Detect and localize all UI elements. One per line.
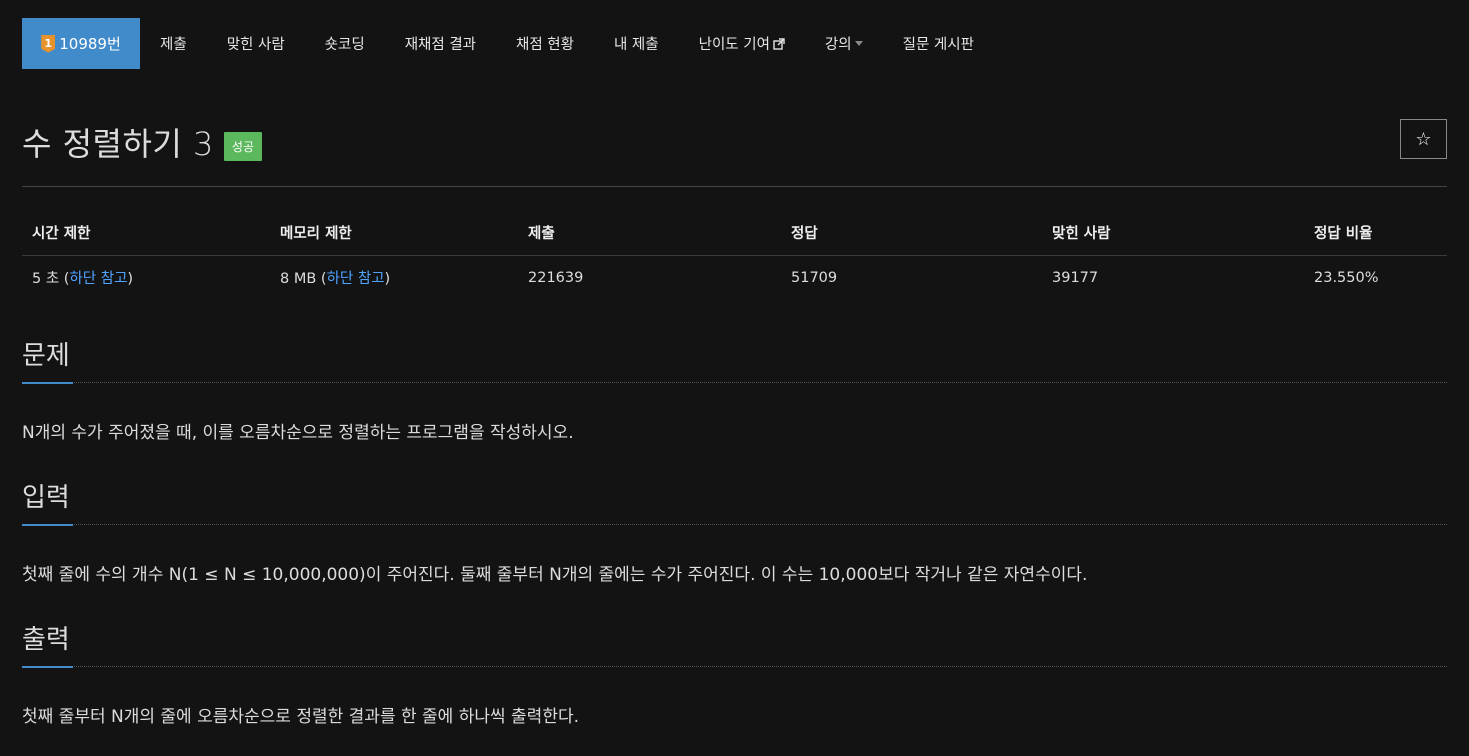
status-badge: 성공 [223, 131, 262, 161]
section-heading-output: 출력 [22, 624, 1447, 668]
section-divider [22, 666, 1447, 667]
nav-item-short-coding[interactable]: 숏코딩 [305, 18, 385, 69]
submissions-cell: 221639 [528, 269, 584, 286]
output-description-text: 첫째 줄부터 N개의 줄에 오름차순으로 정렬한 결과를 한 줄에 하나씩 출력… [22, 707, 579, 727]
title-divider [22, 186, 1447, 187]
nav-item-difficulty-label: 난이도 기여 [698, 37, 770, 53]
nav-item-submit-label: 제출 [160, 37, 187, 53]
problem-number-tab[interactable]: 1 10989번 [22, 18, 140, 69]
external-link-icon [773, 37, 785, 50]
nav-item-my-submissions-label: 내 제출 [613, 37, 659, 53]
memory-limit-suffix: ) [384, 271, 391, 287]
chevron-down-icon [854, 41, 863, 46]
problem-title-row: 수 정렬하기 3 성공 ☆ [22, 117, 1447, 167]
problem-number-label: 10989번 [59, 35, 121, 53]
input-heading-text: 입력 [22, 483, 70, 513]
favorite-star-button[interactable]: ☆ [1400, 119, 1447, 159]
header-memory-limit: 메모리 제한 [270, 210, 518, 256]
header-submissions: 제출 [518, 210, 781, 256]
nav-item-rejudge-results[interactable]: 재채점 결과 [385, 18, 496, 69]
header-time-limit: 시간 제한 [22, 210, 270, 256]
nav-item-qna-board-label: 질문 게시판 [902, 37, 974, 53]
nav-item-lectures[interactable]: 강의 [805, 18, 883, 69]
problem-title: 수 정렬하기 3 [22, 125, 214, 163]
nav-item-solved-users-label: 맞힌 사람 [226, 37, 285, 53]
problem-nav: 1 10989번 제출 맞힌 사람 숏코딩 재채점 결과 채점 현황 내 제출 … [22, 18, 994, 69]
problem-page: 1 10989번 제출 맞힌 사람 숏코딩 재채점 결과 채점 현황 내 제출 … [0, 0, 1469, 756]
section-underline [22, 382, 73, 384]
memory-limit-note-link[interactable]: 하단 참고 [327, 271, 385, 287]
problem-description-text: N개의 수가 주어졌을 때, 이를 오름차순으로 정렬하는 프로그램을 작성하시… [22, 423, 574, 443]
nav-item-lectures-label: 강의 [824, 37, 852, 53]
nav-item-rejudge-results-label: 재채점 결과 [404, 37, 476, 53]
section-underline [22, 666, 73, 668]
header-accepted: 정답 [781, 210, 1042, 256]
time-limit-suffix: ) [127, 271, 134, 287]
input-description-text: 첫째 줄에 수의 개수 N(1 ≤ N ≤ 10,000,000)이 주어진다.… [22, 565, 1088, 585]
nav-item-short-coding-label: 숏코딩 [324, 37, 365, 53]
table-row: 5 초 (하단 참고) 8 MB (하단 참고) 221639 51709 39… [22, 256, 1447, 300]
section-divider [22, 524, 1447, 525]
section-divider [22, 382, 1447, 383]
memory-limit-cell: 8 MB (하단 참고) [270, 256, 518, 300]
nav-item-submit[interactable]: 제출 [140, 18, 207, 69]
section-heading-input: 입력 [22, 482, 1447, 526]
section-underline [22, 524, 73, 526]
output-heading-text: 출력 [22, 625, 70, 655]
ratio-cell: 23.550% [1314, 269, 1379, 286]
solved-users-cell: 39177 [1052, 269, 1099, 286]
accepted-cell: 51709 [791, 269, 838, 286]
nav-item-solved-users[interactable]: 맞힌 사람 [207, 18, 305, 69]
problem-heading-text: 문제 [22, 341, 70, 371]
nav-item-status-label: 채점 현황 [516, 37, 574, 53]
problem-description-section: 문제 N개의 수가 주어졌을 때, 이를 오름차순으로 정렬하는 프로그램을 작… [22, 340, 1447, 443]
header-ratio: 정답 비율 [1304, 210, 1447, 256]
time-limit-cell: 5 초 (하단 참고) [22, 256, 270, 300]
tier-badge-icon: 1 [41, 34, 56, 53]
nav-item-difficulty-contribution[interactable]: 난이도 기여 [679, 18, 805, 69]
memory-limit-value: 8 MB ( [280, 271, 327, 287]
table-header-row: 시간 제한 메모리 제한 제출 정답 맞힌 사람 정답 비율 [22, 210, 1447, 256]
time-limit-note-link[interactable]: 하단 참고 [69, 271, 127, 287]
header-solved-users: 맞힌 사람 [1042, 210, 1304, 256]
nav-item-qna-board[interactable]: 질문 게시판 [883, 18, 994, 69]
section-heading-problem: 문제 [22, 340, 1447, 384]
problem-info-table: 시간 제한 메모리 제한 제출 정답 맞힌 사람 정답 비율 5 초 (하단 참… [22, 210, 1447, 299]
star-icon: ☆ [1415, 128, 1432, 150]
time-limit-value: 5 초 ( [32, 271, 70, 287]
nav-item-my-submissions[interactable]: 내 제출 [594, 18, 679, 69]
nav-item-status[interactable]: 채점 현황 [496, 18, 594, 69]
input-section: 입력 첫째 줄에 수의 개수 N(1 ≤ N ≤ 10,000,000)이 주어… [22, 482, 1447, 585]
output-section: 출력 첫째 줄부터 N개의 줄에 오름차순으로 정렬한 결과를 한 줄에 하나씩… [22, 624, 1447, 727]
